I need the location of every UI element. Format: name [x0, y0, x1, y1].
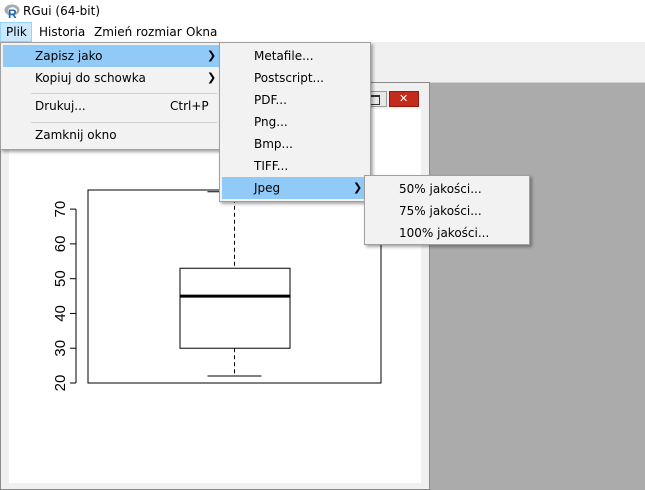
y-tick-label: 40	[52, 305, 69, 322]
title-bar: R RGui (64-bit)	[0, 0, 645, 22]
menu-item-jpeg[interactable]: Jpeg ❯	[222, 177, 368, 199]
chevron-right-icon: ❯	[207, 49, 217, 62]
chevron-right-icon: ❯	[353, 181, 363, 194]
menu-item-drukuj[interactable]: Drukuj... Ctrl+P	[3, 95, 219, 117]
zapisz-jako-submenu: Metafile... Postscript... PDF... Png... …	[219, 42, 371, 202]
menu-item-jpeg-75[interactable]: 75% jakości...	[367, 200, 527, 222]
menu-item-zapisz-jako[interactable]: Zapisz jako ❯	[3, 45, 219, 67]
menu-bar: Plik Historia Zmień rozmiar Okna	[0, 22, 645, 42]
svg-text:R: R	[8, 7, 17, 19]
jpeg-submenu: 50% jakości... 75% jakości... 100% jakoś…	[364, 175, 530, 245]
r-logo-icon: R	[4, 4, 20, 19]
menu-item-tiff[interactable]: TIFF...	[222, 155, 368, 177]
chevron-right-icon: ❯	[207, 71, 217, 84]
menu-item-jpeg-100[interactable]: 100% jakości...	[367, 222, 527, 244]
plik-dropdown: Zapisz jako ❯ Kopiuj do schowka ❯ Drukuj…	[0, 42, 222, 150]
y-tick-label: 50	[52, 270, 69, 287]
iqr-box	[179, 267, 291, 349]
shortcut-label: Ctrl+P	[170, 99, 209, 113]
close-button[interactable]	[389, 91, 419, 107]
menu-zmien-rozmiar[interactable]: Zmień rozmiar	[89, 22, 187, 42]
y-tick-label: 70	[52, 201, 69, 218]
y-tick-label: 30	[52, 340, 69, 357]
menu-item-zamknij-okno[interactable]: Zamknij okno	[3, 124, 219, 146]
menu-okna[interactable]: Okna	[181, 22, 222, 42]
menu-item-pdf[interactable]: PDF...	[222, 89, 368, 111]
y-tick-label: 20	[52, 375, 69, 392]
menu-item-metafile[interactable]: Metafile...	[222, 45, 368, 67]
menu-plik[interactable]: Plik	[0, 22, 32, 42]
menu-item-kopiuj[interactable]: Kopiuj do schowka ❯	[3, 67, 219, 89]
y-tick-label: 60	[52, 236, 69, 253]
menu-item-jpeg-50[interactable]: 50% jakości...	[367, 178, 527, 200]
menu-item-png[interactable]: Png...	[222, 111, 368, 133]
menu-historia[interactable]: Historia	[34, 22, 90, 42]
plot-frame	[87, 189, 382, 384]
menu-item-bmp[interactable]: Bmp...	[222, 133, 368, 155]
menu-item-postscript[interactable]: Postscript...	[222, 67, 368, 89]
menu-separator	[31, 93, 217, 94]
menu-separator	[31, 122, 217, 123]
window-title: RGui (64-bit)	[23, 4, 101, 18]
